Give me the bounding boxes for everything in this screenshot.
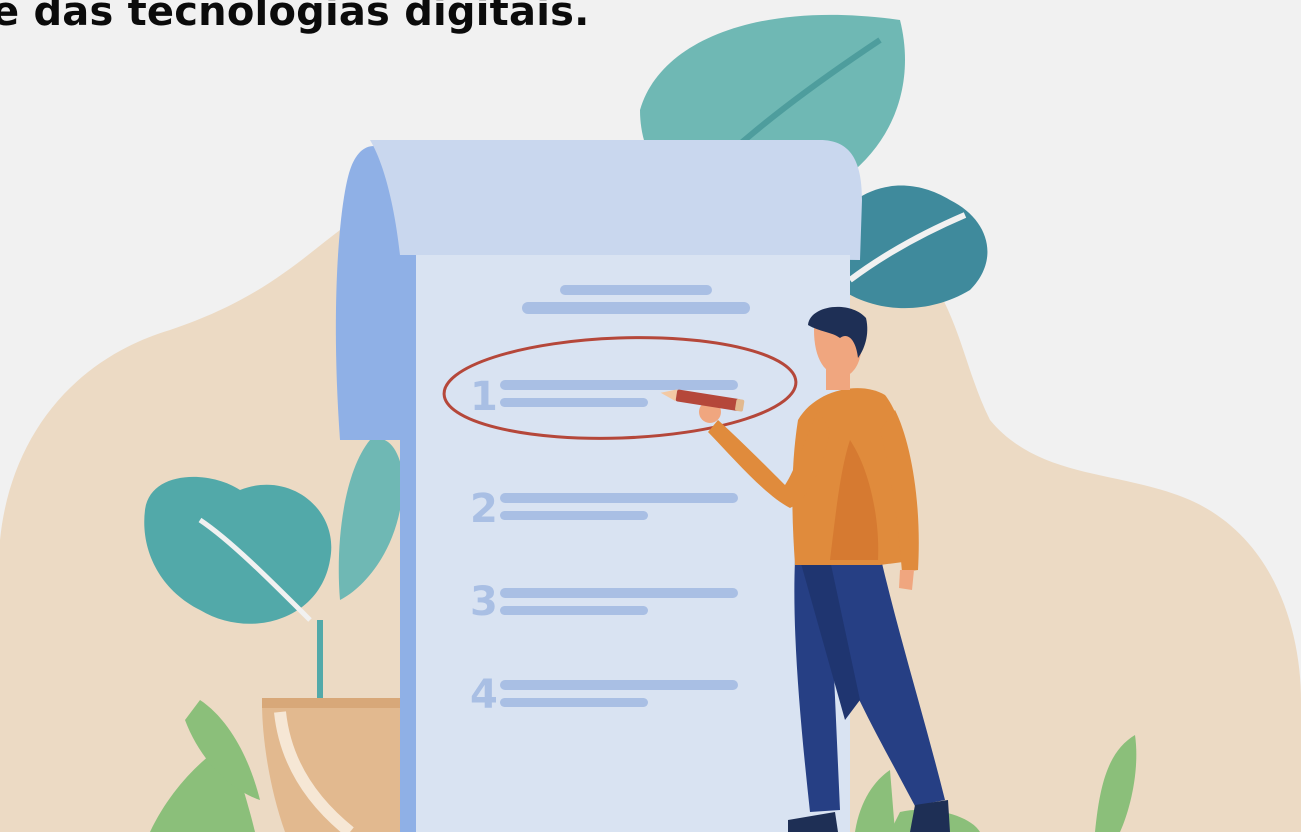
illustration-canvas: 1 2 3 4 e das tecnologias digitais. bbox=[0, 0, 1301, 832]
paper-subtitle-line bbox=[522, 302, 750, 314]
list-number-2: 2 bbox=[470, 486, 498, 532]
headline-text: e das tecnologias digitais. bbox=[0, 0, 590, 35]
list-number-1: 1 bbox=[470, 374, 498, 420]
list-number-3: 3 bbox=[470, 579, 498, 625]
checklist-paper bbox=[400, 255, 850, 832]
paper-title-line bbox=[560, 285, 712, 295]
list-number-4: 4 bbox=[470, 672, 498, 718]
checklist-illustration: 1 2 3 4 bbox=[0, 14, 1301, 832]
